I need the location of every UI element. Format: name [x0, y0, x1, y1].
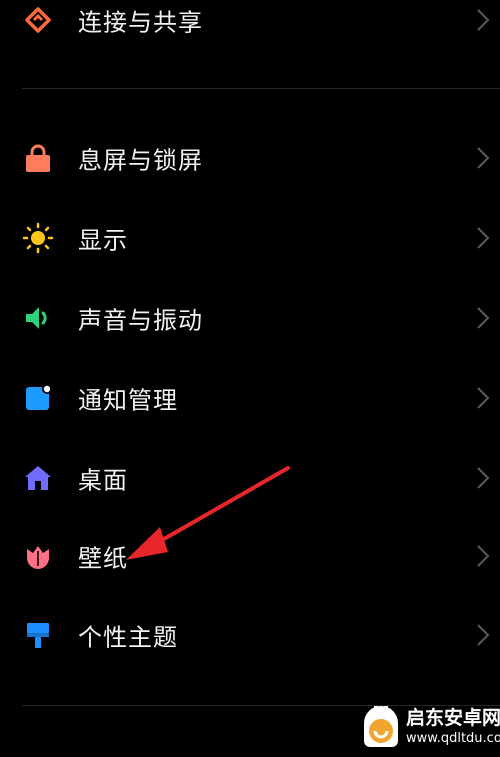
- paint-brush-icon: [22, 619, 54, 651]
- chevron-right-icon: [477, 467, 490, 489]
- settings-item-label: 声音与振动: [78, 306, 203, 335]
- chevron-right-icon: [477, 307, 490, 329]
- chevron-right-icon: [477, 147, 490, 169]
- settings-item-desktop[interactable]: 桌面: [0, 446, 500, 510]
- settings-item-label: 个性主题: [78, 623, 178, 652]
- watermark: 启东安卓网 www.qdltdu.com: [360, 701, 500, 755]
- settings-item-sound-vibration[interactable]: 声音与振动: [0, 286, 500, 350]
- lock-icon: [22, 142, 54, 174]
- settings-item-label: 桌面: [78, 466, 128, 495]
- settings-item-label: 显示: [78, 226, 128, 255]
- settings-item-wallpaper[interactable]: 壁纸: [0, 524, 500, 588]
- chevron-right-icon: [477, 227, 490, 249]
- watermark-title: 启东安卓网: [406, 707, 500, 729]
- section-divider: [22, 88, 500, 89]
- home-icon: [22, 462, 54, 494]
- watermark-url: www.qdltdu.com: [406, 731, 500, 746]
- speaker-icon: [22, 302, 54, 334]
- chevron-right-icon: [477, 624, 490, 646]
- chevron-right-icon: [477, 387, 490, 409]
- connection-share-icon: [22, 4, 54, 36]
- chevron-right-icon: [477, 9, 490, 31]
- settings-item-themes[interactable]: 个性主题: [0, 603, 500, 667]
- settings-item-lock-screen[interactable]: 息屏与锁屏: [0, 126, 500, 190]
- watermark-logo-icon: [364, 706, 398, 747]
- settings-item-display[interactable]: 显示: [0, 206, 500, 270]
- tulip-icon: [22, 540, 54, 572]
- settings-item-label: 息屏与锁屏: [78, 146, 203, 175]
- settings-item-label: 连接与共享: [78, 8, 203, 37]
- chevron-right-icon: [477, 545, 490, 567]
- sun-icon: [22, 222, 54, 254]
- settings-item-label: 通知管理: [78, 386, 178, 415]
- settings-item-connection-share[interactable]: 连接与共享: [0, 0, 500, 52]
- notification-icon: [22, 382, 54, 414]
- settings-item-label: 壁纸: [78, 544, 128, 573]
- settings-item-notifications[interactable]: 通知管理: [0, 366, 500, 430]
